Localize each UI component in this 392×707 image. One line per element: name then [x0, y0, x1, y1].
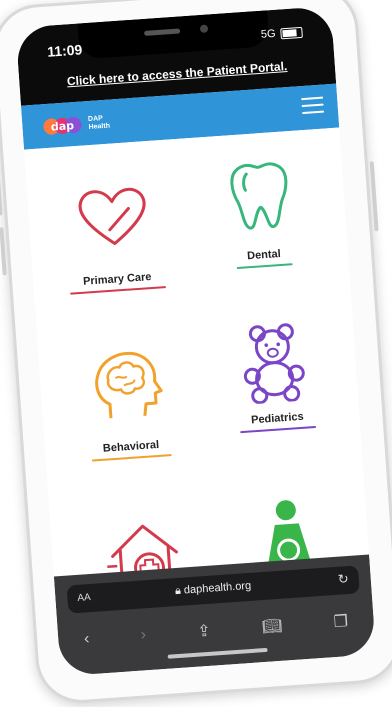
- home-indicator: [167, 647, 268, 659]
- brain-head-icon: [95, 351, 163, 419]
- logo-text: DAP Health: [88, 115, 110, 132]
- share-icon[interactable]: ⇪: [197, 621, 212, 642]
- logo-mark-text: dap: [50, 119, 74, 134]
- tabs-icon[interactable]: ❐: [333, 611, 349, 632]
- service-behavioral[interactable]: Behavioral: [54, 338, 202, 463]
- teddy-bear-icon: [243, 323, 305, 405]
- service-primary-care[interactable]: Primary Care: [40, 175, 187, 296]
- service-label: Pediatrics: [250, 410, 305, 427]
- service-pediatrics[interactable]: Pediatrics: [201, 314, 348, 435]
- service-underline: [236, 263, 293, 270]
- url-text: 🔒︎ daphealth.org: [67, 572, 359, 605]
- services-grid: Primary Care Dental Behavioral Pediatric…: [24, 127, 373, 619]
- phone-screen: 11:09 5G Click here to access the Patien…: [15, 5, 377, 677]
- service-label: Primary Care: [82, 271, 152, 288]
- url-value: daphealth.org: [183, 579, 252, 597]
- back-icon[interactable]: ‹: [83, 630, 90, 648]
- network-label: 5G: [260, 27, 276, 41]
- phone-mockup: 11:09 5G Click here to access the Patien…: [0, 0, 392, 706]
- tooth-icon: [230, 162, 288, 230]
- menu-icon[interactable]: [301, 96, 325, 116]
- site-logo[interactable]: dap DAP Health: [42, 110, 111, 141]
- camera: [199, 24, 209, 34]
- forward-icon[interactable]: ›: [140, 626, 147, 644]
- service-dental[interactable]: Dental: [187, 150, 334, 271]
- status-time: 11:09: [46, 41, 83, 60]
- heart-icon: [78, 187, 146, 245]
- status-indicators: 5G: [260, 26, 303, 41]
- logo-line2: Health: [88, 122, 111, 132]
- dap-logo-icon: dap: [43, 117, 82, 135]
- speaker: [144, 28, 181, 36]
- bookmarks-icon[interactable]: 📖︎: [261, 616, 283, 637]
- service-underline: [240, 425, 317, 434]
- address-bar[interactable]: AA 🔒︎ daphealth.org ↻: [66, 565, 360, 614]
- battery-icon: [280, 26, 303, 39]
- service-label: Behavioral: [102, 438, 160, 455]
- reload-icon[interactable]: ↻: [337, 571, 349, 588]
- browser-toolbar: ‹ › ⇪ 📖︎ ❐: [57, 604, 374, 656]
- service-underline: [91, 454, 172, 462]
- service-label: Dental: [246, 247, 282, 263]
